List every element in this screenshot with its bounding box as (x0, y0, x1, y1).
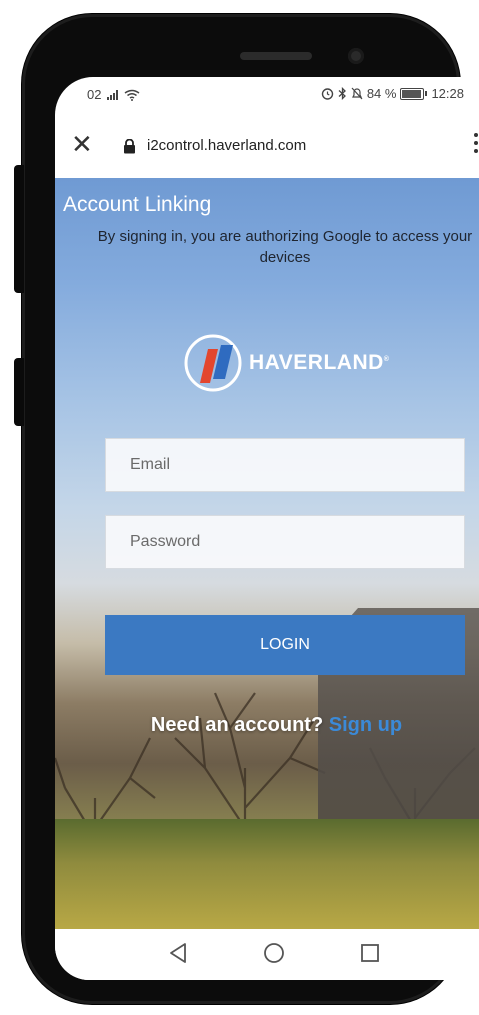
bluetooth-icon (338, 87, 346, 100)
haverland-logo: HAVERLAND® (183, 333, 389, 393)
close-icon[interactable]: ✕ (71, 131, 93, 157)
wifi-icon (125, 89, 140, 101)
square-recents-icon[interactable] (359, 942, 381, 964)
background-grass (55, 819, 479, 929)
signup-link[interactable]: Sign up (329, 714, 402, 736)
signup-prompt-text: Need an account? (150, 714, 324, 736)
alarm-icon (321, 88, 334, 100)
phone-frame: 02 84 % 12:28 ✕ i2control.haverland.com (22, 14, 479, 1004)
page-title: Account Linking (63, 193, 212, 216)
side-button-lower (14, 358, 24, 426)
password-input[interactable] (105, 515, 465, 569)
login-button[interactable]: LOGIN (105, 615, 465, 675)
more-vertical-icon[interactable] (474, 133, 478, 157)
phone-speaker (240, 52, 312, 60)
haverland-logo-text: HAVERLAND® (249, 351, 390, 374)
side-button-upper (14, 165, 24, 293)
email-input[interactable] (105, 438, 465, 492)
haverland-logo-icon (184, 334, 242, 392)
signup-prompt-line: Need an account? Sign up (55, 714, 479, 737)
carrier-label: 02 (87, 87, 102, 102)
web-content: Account Linking By signing in, you are a… (55, 178, 479, 929)
phone-camera (348, 48, 364, 64)
lock-icon (124, 139, 135, 154)
battery-percent: 84 % (366, 86, 397, 101)
mute-bell-icon (351, 87, 363, 100)
status-bar: 02 84 % 12:28 (55, 77, 479, 109)
circle-home-icon[interactable] (263, 942, 285, 964)
android-nav-bar (55, 929, 479, 980)
clock-time: 12:28 (431, 86, 464, 101)
url-text[interactable]: i2control.haverland.com (147, 137, 306, 154)
battery-icon (400, 87, 428, 100)
triangle-back-icon[interactable] (167, 942, 189, 964)
browser-url-bar: ✕ i2control.haverland.com (55, 117, 479, 177)
phone-screen: 02 84 % 12:28 ✕ i2control.haverland.com (55, 77, 479, 980)
signal-icon (107, 89, 119, 100)
page-subtitle: By signing in, you are authorizing Googl… (97, 228, 473, 266)
